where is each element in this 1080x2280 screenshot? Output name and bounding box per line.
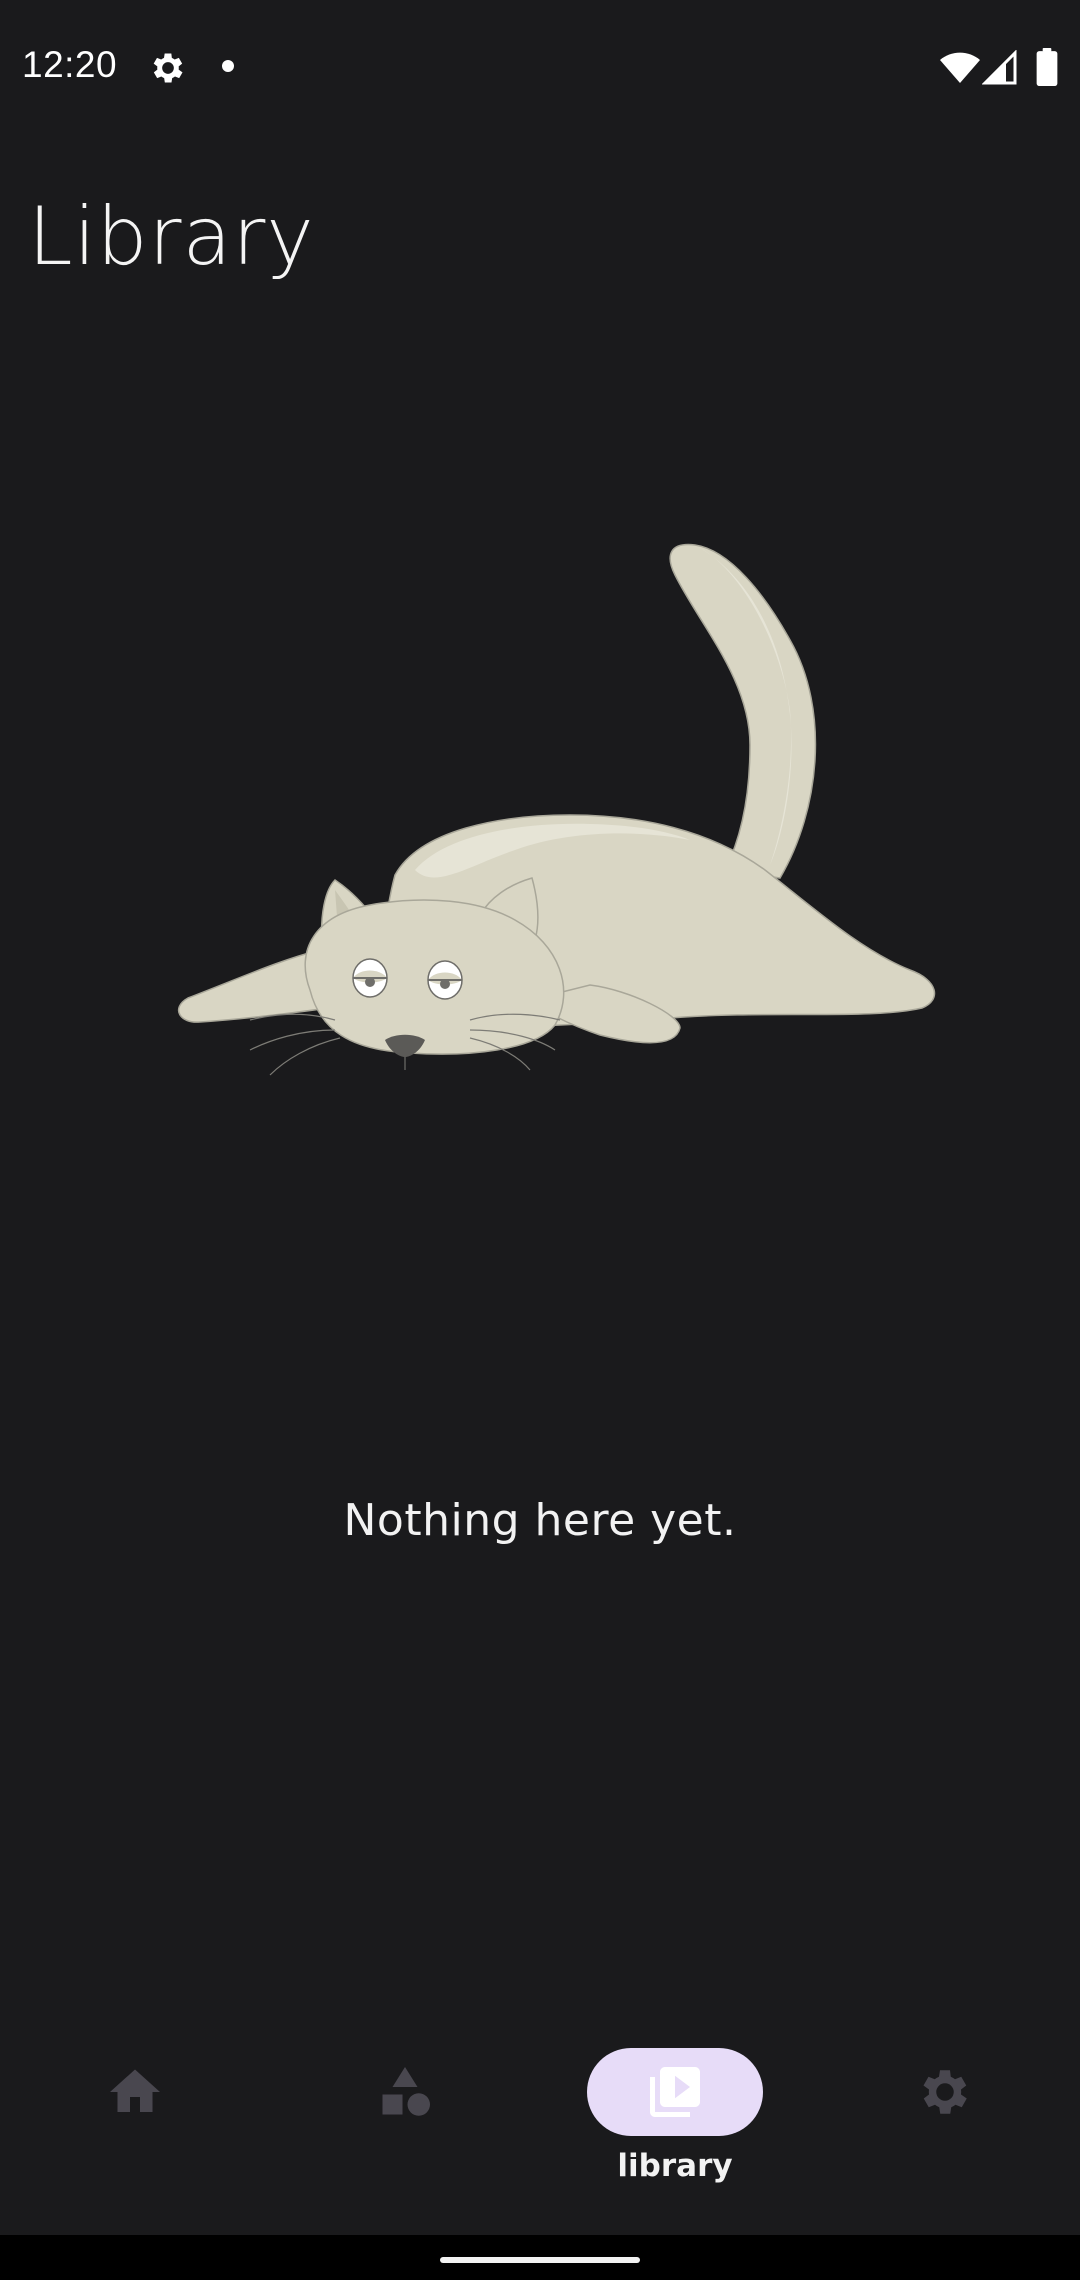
cell-signal-icon	[982, 50, 1017, 85]
nav-active-indicator	[587, 2048, 763, 2136]
status-bar: 12:20	[0, 0, 1080, 130]
shapes-icon	[382, 2067, 430, 2116]
page-title: Library	[28, 190, 315, 283]
nav-item-explore[interactable]	[270, 2020, 540, 2235]
wifi-icon	[940, 52, 980, 83]
gesture-navigation-bar	[0, 2235, 1080, 2280]
gear-icon	[153, 53, 183, 83]
nav-icon-container	[857, 2048, 1033, 2136]
gear-icon	[923, 2070, 967, 2114]
nav-icon-container	[47, 2048, 223, 2136]
video-library-icon	[650, 2067, 700, 2117]
nav-label-library: library	[617, 2148, 733, 2184]
nav-item-settings[interactable]	[810, 2020, 1080, 2235]
library-screen: 12:20 Library Nothing here yet. library	[0, 0, 1080, 2280]
bottom-navigation: library	[0, 2020, 1080, 2235]
nav-item-library[interactable]: library	[540, 2020, 810, 2235]
home-icon	[110, 2069, 160, 2112]
battery-icon	[1036, 48, 1058, 86]
status-time: 12:20	[22, 44, 118, 85]
gesture-handle[interactable]	[440, 2257, 640, 2263]
sleepy-cat-illustration	[177, 543, 936, 1076]
notification-dot-icon	[222, 60, 234, 72]
nav-icon-container	[317, 2048, 493, 2136]
empty-state-message: Nothing here yet.	[343, 1495, 737, 1546]
nav-item-home[interactable]	[0, 2020, 270, 2235]
